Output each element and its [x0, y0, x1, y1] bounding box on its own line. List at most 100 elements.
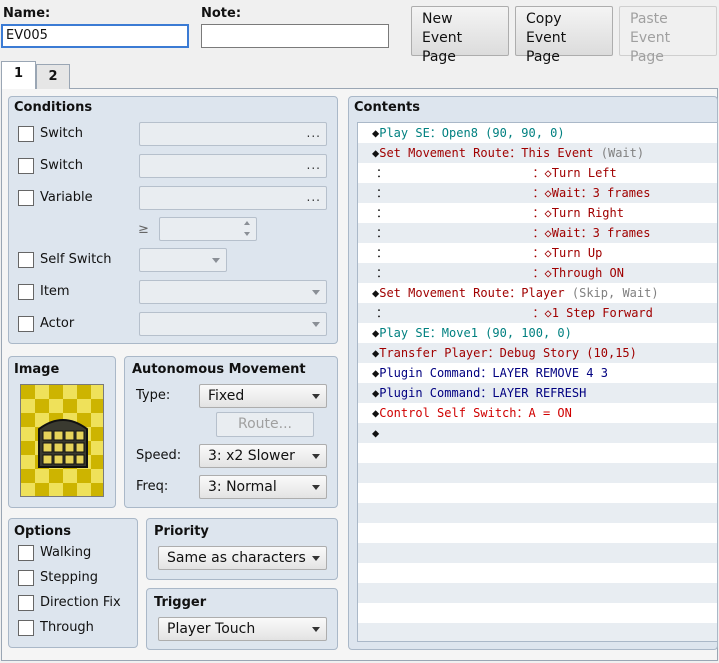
spinner-down-icon[interactable] — [244, 232, 250, 236]
item-label: Item — [40, 284, 70, 299]
paste-event-page-button[interactable]: Paste Event Page — [619, 6, 717, 65]
command-row[interactable]: ◆Play SE：Open8 (90, 90, 0) — [358, 123, 717, 143]
trigger-select[interactable]: Player Touch — [158, 617, 327, 641]
route-button[interactable]: Route... — [216, 412, 314, 437]
command-row[interactable]: ◆ — [358, 423, 717, 443]
command-row[interactable]: ◆Set Movement Route：This Event (Wait) — [358, 143, 717, 163]
tab-page-2[interactable]: 2 — [36, 64, 70, 89]
tab-page-1[interactable]: 1 — [1, 61, 36, 89]
copy-button-line1: Copy — [526, 11, 562, 27]
variable-dots: ... — [306, 190, 321, 204]
variable-field[interactable]: ... — [139, 186, 327, 210]
switch2-dots: ... — [306, 158, 321, 172]
event-image[interactable] — [20, 384, 104, 497]
speed-value: 3: x2 Slower — [208, 448, 295, 464]
continuation-marker: ： — [376, 306, 389, 320]
command-diamond-icon: ◆ — [372, 426, 380, 440]
copy-event-page-button[interactable]: Copy Event Page — [515, 6, 613, 65]
self-switch-select[interactable] — [139, 248, 227, 272]
freq-select[interactable]: 3: Normal — [199, 475, 327, 499]
speed-select[interactable]: 3: x2 Slower — [199, 444, 327, 468]
chevron-down-icon — [312, 322, 320, 327]
stepping-checkbox[interactable] — [18, 570, 34, 586]
command-row[interactable]: ◆Plugin Command：LAYER REMOVE 4 3 — [358, 363, 717, 383]
self-switch-checkbox[interactable] — [18, 252, 34, 268]
priority-select[interactable]: Same as characters — [158, 546, 327, 570]
continuation-marker: ： — [376, 186, 389, 200]
speed-label: Speed: — [136, 448, 182, 463]
type-select[interactable]: Fixed — [199, 384, 327, 408]
command-row[interactable]: ： ：◇1 Step Forward — [358, 303, 717, 323]
command-text: Plugin Command：LAYER REFRESH — [379, 386, 587, 400]
command-row[interactable]: ： ：◇Wait：3 frames — [358, 223, 717, 243]
walking-checkbox[interactable] — [18, 545, 34, 561]
options-title: Options — [14, 524, 71, 539]
command-row[interactable]: ： ：◇Wait：3 frames — [358, 183, 717, 203]
continuation-marker: ： — [376, 166, 389, 180]
spinner-up-icon[interactable] — [244, 221, 250, 225]
name-label: Name: — [3, 6, 51, 21]
chevron-down-icon — [312, 394, 320, 399]
command-row[interactable]: ◆Transfer Player：Debug Story (10,15) — [358, 343, 717, 363]
variable-value-spinner[interactable] — [159, 217, 257, 241]
command-text: ：◇Turn Right — [388, 206, 624, 220]
through-label: Through — [40, 620, 94, 635]
command-row[interactable]: ： ：◇Through ON — [358, 263, 717, 283]
name-input[interactable]: EV005 — [1, 24, 189, 48]
gte-symbol: ≥ — [138, 222, 149, 237]
actor-select[interactable] — [139, 312, 327, 336]
continuation-marker: ： — [376, 226, 389, 240]
command-row[interactable]: ◆Plugin Command：LAYER REFRESH — [358, 383, 717, 403]
new-event-page-button[interactable]: New Event Page — [411, 6, 509, 65]
chevron-down-icon — [212, 258, 220, 263]
variable-checkbox[interactable] — [18, 190, 34, 206]
command-text: Set Movement Route：This Event — [379, 146, 594, 160]
chevron-down-icon — [312, 556, 320, 561]
item-checkbox[interactable] — [18, 284, 34, 300]
command-text: Play SE：Open8 (90, 90, 0) — [379, 126, 565, 140]
command-text: ：◇1 Step Forward — [388, 306, 653, 320]
command-row[interactable]: ◆Control Self Switch：A = ON — [358, 403, 717, 423]
type-value: Fixed — [208, 388, 245, 404]
switch1-dots: ... — [306, 126, 321, 140]
command-row[interactable]: ： ：◇Turn Up — [358, 243, 717, 263]
command-row[interactable]: ： ：◇Turn Left — [358, 163, 717, 183]
command-suffix: (Wait) — [593, 146, 645, 160]
through-checkbox[interactable] — [18, 620, 34, 636]
switch1-field[interactable]: ... — [139, 122, 327, 146]
switch1-checkbox[interactable] — [18, 126, 34, 142]
priority-title: Priority — [154, 524, 209, 539]
actor-label: Actor — [40, 316, 75, 331]
actor-checkbox[interactable] — [18, 316, 34, 332]
command-row[interactable]: ◆Set Movement Route：Player (Skip, Wait) — [358, 283, 717, 303]
direction-fix-checkbox[interactable] — [18, 595, 34, 611]
note-input[interactable] — [201, 24, 389, 48]
command-text: ：◇Wait：3 frames — [388, 186, 651, 200]
command-text: ：◇Turn Up — [388, 246, 603, 260]
new-button-line2: Event Page — [422, 30, 463, 65]
chevron-down-icon — [312, 290, 320, 295]
walking-label: Walking — [40, 545, 92, 560]
variable-label: Variable — [40, 190, 93, 205]
contents-list[interactable]: ◆Play SE：Open8 (90, 90, 0) ◆Set Movement … — [357, 122, 718, 642]
paste-button-line2: Event Page — [630, 30, 671, 65]
command-text: Set Movement Route：Player — [379, 286, 565, 300]
switch2-checkbox[interactable] — [18, 158, 34, 174]
command-row[interactable]: ： ：◇Turn Right — [358, 203, 717, 223]
chevron-down-icon — [312, 485, 320, 490]
note-label: Note: — [201, 6, 242, 21]
command-suffix: (Skip, Wait) — [564, 286, 659, 300]
continuation-marker: ： — [376, 266, 389, 280]
command-text: Play SE：Move1 (90, 100, 0) — [379, 326, 572, 340]
new-button-line1: New — [422, 11, 453, 27]
command-text: ：◇Turn Left — [388, 166, 617, 180]
switch1-label: Switch — [40, 126, 83, 141]
command-text: Transfer Player：Debug Story (10,15) — [379, 346, 637, 360]
conditions-title: Conditions — [14, 100, 93, 115]
paste-button-line1: Paste — [630, 11, 668, 27]
switch2-field[interactable]: ... — [139, 154, 327, 178]
image-title: Image — [14, 362, 60, 377]
item-select[interactable] — [139, 280, 327, 304]
command-row[interactable]: ◆Play SE：Move1 (90, 100, 0) — [358, 323, 717, 343]
command-text: ：◇Through ON — [388, 266, 624, 280]
